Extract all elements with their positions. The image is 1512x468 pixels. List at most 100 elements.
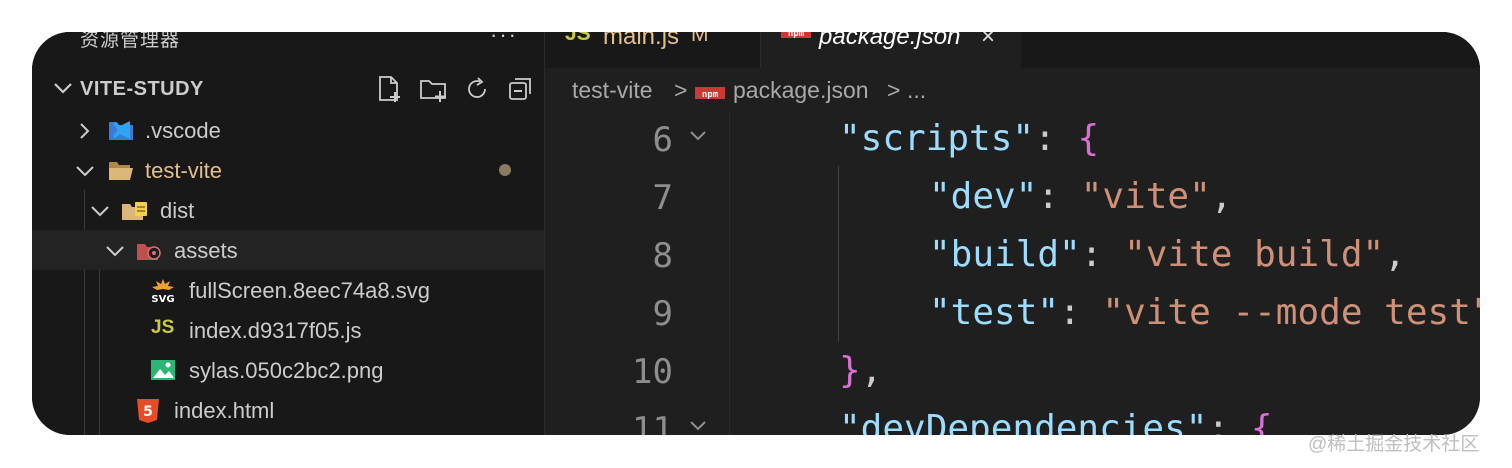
npm-badge: npm xyxy=(702,90,719,100)
modified-status: M xyxy=(691,32,709,46)
tree-item-assets[interactable]: assets xyxy=(32,230,544,270)
vscode-window: 资源管理器 ··· VITE-STUDY .vscode test-vite d… xyxy=(32,32,1480,435)
explorer-title: 资源管理器 xyxy=(80,32,181,51)
workspace-title: VITE-STUDY xyxy=(80,78,204,100)
code-token: "vite --mode test" xyxy=(1102,292,1480,333)
watermark: @稀土掘金技术社区 xyxy=(1308,434,1480,455)
chevron-down-icon xyxy=(89,200,111,228)
tab-label: package.json xyxy=(819,32,961,50)
tree-item-dist[interactable]: dist xyxy=(32,190,544,230)
js-file-icon: JS xyxy=(151,317,175,338)
tab-main-js[interactable]: JS main.js M xyxy=(545,32,761,68)
npm-badge: npm xyxy=(788,32,805,39)
code-token: : xyxy=(1080,234,1125,275)
code-token: , xyxy=(1384,234,1406,275)
chevron-right-icon: > xyxy=(674,77,688,103)
code-token: : xyxy=(1207,408,1251,435)
code-token: "devDependencies" xyxy=(839,408,1208,435)
line-number: 9 xyxy=(652,294,673,334)
code-token: : xyxy=(1037,176,1081,217)
tree-item-label: fullScreen.8eec74a8.svg xyxy=(189,278,430,303)
breadcrumb-more[interactable]: ... xyxy=(907,77,926,104)
npm-icon: npm xyxy=(695,82,725,109)
breadcrumb-file[interactable]: package.json xyxy=(733,77,869,104)
code-text: "build": "vite build", xyxy=(929,234,1406,275)
tree-item-label: dist xyxy=(160,198,195,223)
editor-area: JS main.js M npm package.json × test-vit… xyxy=(545,32,1480,435)
line-number: 11 xyxy=(632,410,673,435)
line-number: 7 xyxy=(652,178,673,218)
code-token: "scripts" xyxy=(839,118,1035,159)
code-token: "test" xyxy=(929,292,1060,333)
code-line[interactable]: 7 "dev": "vite", xyxy=(545,170,1480,228)
modified-indicator xyxy=(499,164,511,176)
new-folder-icon[interactable] xyxy=(416,72,450,106)
code-line[interactable]: 6 "scripts": { xyxy=(545,112,1480,170)
code-token: "vite" xyxy=(1080,176,1211,217)
js-file-icon: JS xyxy=(565,32,591,45)
chevron-down-icon xyxy=(50,75,76,107)
section-actions xyxy=(372,72,538,106)
chevron-down-icon xyxy=(74,160,96,188)
code-text: "dev": "vite", xyxy=(929,176,1232,217)
code-line[interactable]: 8 "build": "vite build", xyxy=(545,228,1480,286)
refresh-icon[interactable] xyxy=(460,72,494,106)
tree-item-label: sylas.050c2bc2.png xyxy=(189,358,384,383)
code-line[interactable]: 10}, xyxy=(545,344,1480,402)
fold-chevron-icon[interactable] xyxy=(687,414,709,435)
npm-icon: npm xyxy=(781,32,811,47)
explorer-sidebar: 资源管理器 ··· VITE-STUDY .vscode test-vite d… xyxy=(32,32,545,435)
html-file-icon: 5 xyxy=(136,398,162,423)
assets-folder-icon xyxy=(136,238,162,262)
tree-item-js-file[interactable]: JS index.d9317f05.js xyxy=(32,310,544,350)
tree-item-html-file[interactable]: 5 index.html xyxy=(32,390,544,430)
tree-item-label: index.d9317f05.js xyxy=(189,318,362,343)
explorer-header: 资源管理器 ··· xyxy=(32,32,544,58)
tab-bar: JS main.js M npm package.json × xyxy=(545,32,1480,68)
tab-package-json[interactable]: npm package.json × xyxy=(761,32,1021,68)
image-file-icon xyxy=(150,358,176,382)
collapse-all-icon[interactable] xyxy=(504,72,538,106)
code-token: : xyxy=(1034,118,1078,159)
tree-item-label: index.html xyxy=(174,398,275,423)
more-actions-button[interactable]: ··· xyxy=(490,32,518,48)
code-view[interactable]: 6 "scripts": {7 "dev": "vite", 8 "build": "v… xyxy=(545,112,1480,435)
code-token: { xyxy=(1250,408,1273,435)
chevron-right-icon xyxy=(74,120,96,148)
breadcrumb: test-vite > npm package.json > ... xyxy=(545,68,1480,112)
new-file-icon[interactable] xyxy=(372,72,406,106)
chevron-right-icon: > xyxy=(887,77,901,103)
workspace-section-header[interactable]: VITE-STUDY xyxy=(32,70,544,110)
code-text: "scripts": { xyxy=(839,118,1099,159)
dist-folder-icon xyxy=(121,198,147,222)
code-token: { xyxy=(1077,118,1100,159)
breadcrumb-folder[interactable]: test-vite xyxy=(572,77,653,104)
close-icon[interactable]: × xyxy=(981,32,995,51)
code-token: , xyxy=(1210,176,1233,217)
code-token: , xyxy=(860,350,883,391)
code-token: : xyxy=(1059,292,1103,333)
code-token: "dev" xyxy=(929,176,1038,217)
html-badge: 5 xyxy=(143,404,153,420)
code-text: "devDependencies": { xyxy=(839,408,1273,435)
tree-item-image-file[interactable]: sylas.050c2bc2.png xyxy=(32,350,544,390)
code-token: "build" xyxy=(929,234,1081,275)
tree-item-vscode[interactable]: .vscode xyxy=(32,110,544,150)
code-line[interactable]: 9 "test": "vite --mode test" xyxy=(545,286,1480,344)
tree-item-label: .vscode xyxy=(145,118,221,143)
line-number: 8 xyxy=(652,236,673,276)
folder-open-icon xyxy=(108,158,134,182)
tree-item-label: assets xyxy=(174,238,238,263)
svg-badge: SVG xyxy=(151,294,174,304)
tree-item-label: test-vite xyxy=(145,158,223,183)
line-number: 6 xyxy=(652,120,673,160)
code-token: "vite build" xyxy=(1124,234,1385,275)
tab-label: main.js xyxy=(603,32,680,50)
line-number: 10 xyxy=(632,352,673,392)
fold-chevron-icon[interactable] xyxy=(687,124,709,152)
tree-item-test-vite[interactable]: test-vite xyxy=(32,150,544,190)
code-token: } xyxy=(839,350,861,391)
tree-item-svg-file[interactable]: SVG fullScreen.8eec74a8.svg xyxy=(32,270,544,310)
svg-file-icon: SVG xyxy=(150,278,176,305)
vscode-folder-icon xyxy=(108,118,134,142)
